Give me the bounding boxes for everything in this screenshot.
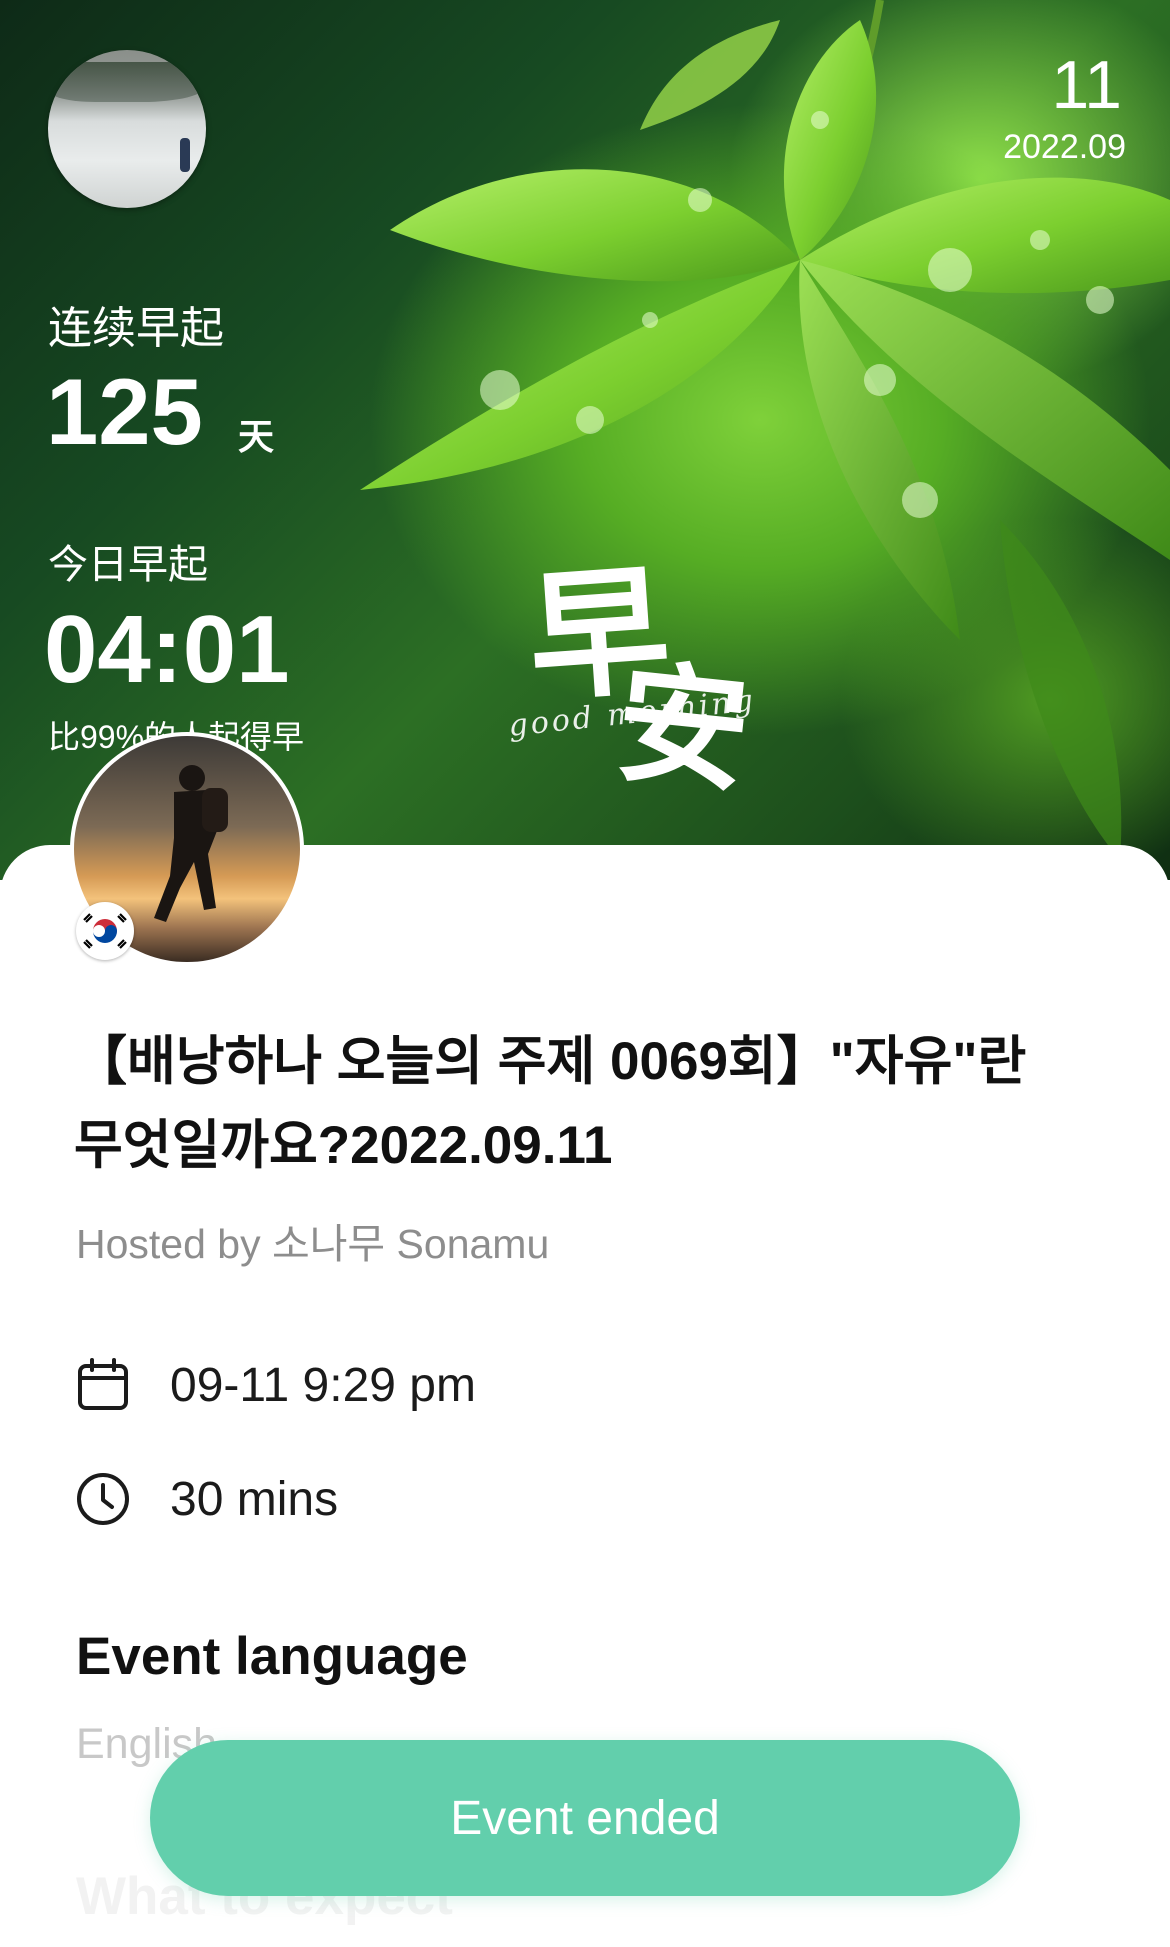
- today-wake-time: 04:01: [44, 596, 290, 703]
- date-day: 11: [1051, 47, 1122, 123]
- event-language-heading: Event language: [76, 1627, 468, 1686]
- hiker-silhouette: [154, 765, 228, 922]
- calendar-icon: [78, 1358, 128, 1410]
- user-profile-photo[interactable]: [48, 50, 206, 208]
- photo-treeline: [48, 62, 206, 102]
- streak-unit: 天: [238, 416, 275, 457]
- event-duration: 30 mins: [170, 1472, 339, 1526]
- photo-person: [180, 138, 190, 172]
- streak-count: 125: [46, 359, 203, 464]
- event-duration-row: 30 mins: [74, 1470, 338, 1528]
- event-ended-button[interactable]: Event ended: [150, 1740, 1020, 1896]
- clock-icon: [77, 1473, 129, 1525]
- streak-label: 连续早起: [48, 304, 224, 353]
- date-month: 2022.09: [1003, 128, 1126, 166]
- event-host[interactable]: Hosted by 소나무 Sonamu: [76, 1210, 549, 1270]
- event-title: 【배낭하나 오늘의 주제 0069회】"자유"란 무엇일까요?2022.09.1…: [74, 1032, 1027, 1175]
- event-datetime-row: 09-11 9:29 pm: [74, 1356, 476, 1414]
- event-datetime: 09-11 9:29 pm: [170, 1358, 476, 1412]
- korea-flag-icon: [76, 902, 134, 960]
- today-wake-label: 今日早起: [48, 543, 208, 587]
